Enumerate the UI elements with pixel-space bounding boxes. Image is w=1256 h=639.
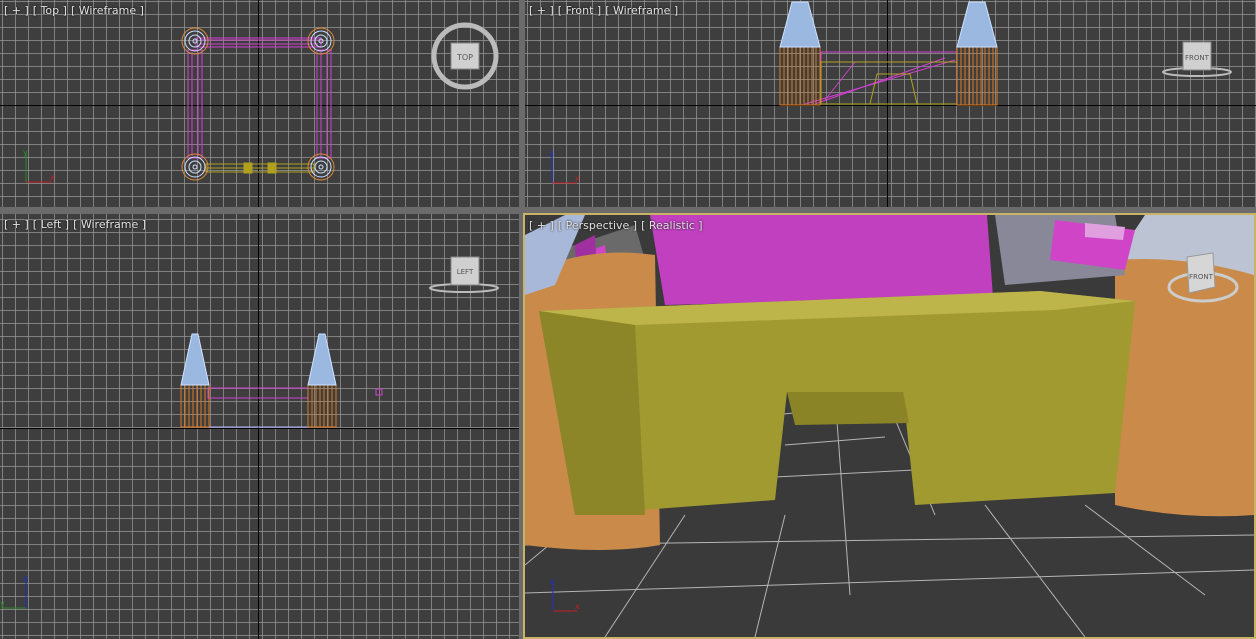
top-view-scene: TOP y x: [23, 22, 499, 183]
viewport-perspective[interactable]: FRONT z x [ + ] [ Perspective ] [ Realisti…: [523, 213, 1256, 639]
castle-walls-top: [187, 37, 332, 159]
viewport-view-name[interactable]: [ Perspective ]: [558, 219, 637, 232]
gate-front: [820, 61, 958, 105]
svg-text:x: x: [575, 602, 580, 611]
walls-front: [804, 51, 958, 105]
battlements-right: [995, 215, 1135, 285]
tower-right-side: [307, 333, 337, 428]
viewport-menu-plus[interactable]: [ + ]: [529, 219, 554, 232]
tower-right-3d: [1115, 251, 1254, 517]
svg-text:z: z: [23, 574, 27, 583]
left-view-scene: LEFT z y: [0, 256, 499, 609]
viewcube-face-label[interactable]: LEFT: [457, 268, 474, 276]
viewport-top[interactable]: [ + ][ Top ][ Wireframe ] TOP y x: [0, 0, 519, 207]
viewport-front[interactable]: [ + ][ Front ][ Wireframe ] FRONT z x: [525, 0, 1256, 207]
viewcube-face-label[interactable]: FRONT: [1189, 273, 1214, 281]
gate-top: [205, 162, 315, 174]
perspective-scene: FRONT z x: [525, 215, 1254, 637]
viewport-label-perspective[interactable]: [ + ] [ Perspective ] [ Realistic ]: [529, 219, 707, 232]
axis-tripod-front: z x: [549, 149, 580, 184]
viewport-left[interactable]: [ + ][ Left ][ Wireframe ] LEFT z y: [0, 214, 519, 639]
tower-left-front: [779, 1, 821, 106]
towers-top: [181, 27, 335, 181]
tower-left-side: [180, 333, 210, 428]
svg-text:x: x: [575, 174, 580, 183]
viewcube-front[interactable]: FRONT: [1162, 41, 1232, 77]
viewcube-top[interactable]: TOP: [431, 22, 499, 90]
viewcube-face-label[interactable]: TOP: [456, 53, 473, 62]
svg-text:z: z: [550, 577, 554, 586]
tower-right-front: [956, 1, 998, 106]
axis-tripod-left: z y: [0, 574, 27, 609]
svg-text:z: z: [549, 149, 553, 158]
gate-3d: [539, 291, 1135, 515]
front-view-scene: FRONT z x: [549, 1, 1232, 184]
viewcube-face-label[interactable]: FRONT: [1185, 54, 1210, 62]
axis-tripod-top: y x: [23, 148, 55, 183]
svg-text:y: y: [0, 599, 5, 608]
viewport-shading-mode[interactable]: [ Realistic ]: [641, 219, 703, 232]
walls-left: [207, 387, 383, 399]
viewcube-left[interactable]: LEFT: [429, 256, 499, 293]
svg-text:x: x: [50, 173, 55, 182]
svg-text:y: y: [23, 148, 28, 157]
axis-tripod-perspective: z x: [550, 577, 580, 612]
